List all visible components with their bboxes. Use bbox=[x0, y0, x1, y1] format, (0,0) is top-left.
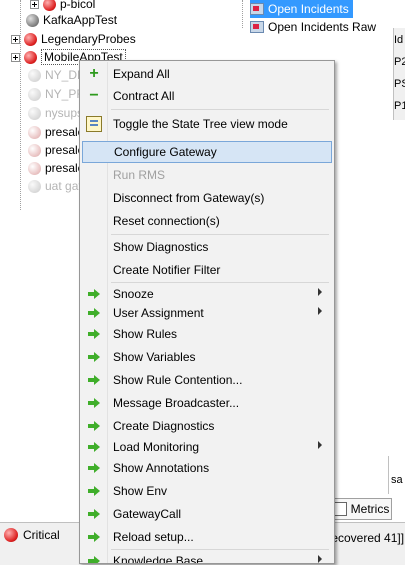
status-ball-icon bbox=[28, 161, 41, 175]
green-arrow-icon bbox=[88, 289, 100, 299]
menu-item-show-env[interactable]: Show Env bbox=[82, 480, 332, 502]
incident-view-icon bbox=[250, 3, 264, 15]
tree-item-ny-pr[interactable]: NY_PR bbox=[28, 85, 85, 103]
submenu-arrow-icon bbox=[318, 555, 322, 563]
menu-separator bbox=[111, 109, 329, 110]
green-arrow-icon bbox=[88, 398, 100, 408]
menu-item-expand-all[interactable]: + Expand All bbox=[82, 63, 332, 85]
status-ball-icon bbox=[24, 32, 37, 46]
menu-item-create-notifier-filter[interactable]: Create Notifier Filter bbox=[82, 259, 332, 281]
status-ball-icon bbox=[26, 13, 39, 27]
tree-item-presale-2[interactable]: presale bbox=[28, 141, 84, 159]
menu-item-gatewaycall[interactable]: GatewayCall bbox=[82, 503, 332, 525]
menu-item-reload-setup[interactable]: Reload setup... bbox=[82, 526, 332, 548]
menu-item-show-rules[interactable]: Show Rules bbox=[82, 323, 332, 345]
table-cell: Id bbox=[394, 34, 404, 46]
metrics-tab[interactable]: Metrics bbox=[330, 498, 392, 520]
tree-item-uat-gat[interactable]: uat gat bbox=[28, 177, 82, 195]
status-ball-icon bbox=[28, 179, 41, 193]
minus-icon: − bbox=[89, 87, 99, 104]
status-ball-icon bbox=[28, 87, 41, 101]
expand-icon[interactable] bbox=[11, 52, 20, 62]
expand-icon[interactable] bbox=[30, 0, 39, 9]
detail-box: sa bbox=[388, 456, 405, 494]
green-arrow-icon bbox=[88, 442, 100, 452]
plus-icon: + bbox=[89, 65, 99, 82]
green-arrow-icon bbox=[88, 486, 100, 496]
green-arrow-icon bbox=[88, 352, 100, 362]
menu-item-disconnect-gateway[interactable]: Disconnect from Gateway(s) bbox=[82, 187, 332, 209]
green-arrow-icon bbox=[88, 509, 100, 519]
table-cell: P1 bbox=[394, 100, 405, 112]
menu-item-toggle-state-tree-view[interactable]: Toggle the State Tree view mode bbox=[82, 113, 332, 135]
green-arrow-icon bbox=[88, 532, 100, 542]
table-cell: P2 bbox=[394, 56, 405, 68]
table-cell: PS bbox=[394, 78, 405, 90]
menu-item-create-diagnostics[interactable]: Create Diagnostics bbox=[82, 415, 332, 437]
expand-icon[interactable] bbox=[11, 34, 20, 44]
tree-item-nysups[interactable]: nysups bbox=[28, 104, 83, 122]
status-message: .ecovered 41]] I bbox=[328, 531, 405, 545]
toggle-view-icon bbox=[86, 116, 102, 132]
tree-item-ny-de[interactable]: NY_DE bbox=[28, 66, 85, 84]
status-ball-icon bbox=[24, 50, 37, 64]
menu-item-configure-gateway[interactable]: Configure Gateway bbox=[82, 141, 332, 163]
green-arrow-icon bbox=[88, 556, 100, 563]
green-arrow-icon bbox=[88, 308, 100, 318]
menu-item-show-annotations[interactable]: Show Annotations bbox=[82, 457, 332, 479]
tree-item-legendaryprobes[interactable]: LegendaryProbes bbox=[11, 30, 136, 48]
status-ball-icon bbox=[28, 68, 41, 82]
menu-item-knowledge-base[interactable]: Knowledge Base bbox=[82, 550, 332, 563]
context-menu: + Expand All − Contract All Toggle the S… bbox=[79, 60, 335, 564]
menu-item-run-rms: Run RMS bbox=[113, 168, 166, 182]
menu-item-reset-connections[interactable]: Reset connection(s) bbox=[82, 210, 332, 232]
menu-item-load-monitoring[interactable]: Load Monitoring bbox=[82, 436, 332, 458]
status-ball-icon bbox=[28, 125, 41, 139]
menu-item-user-assignment[interactable]: User Assignment bbox=[82, 302, 332, 324]
menu-item-show-variables[interactable]: Show Variables bbox=[82, 346, 332, 368]
menu-item-contract-all[interactable]: − Contract All bbox=[82, 85, 332, 107]
submenu-arrow-icon bbox=[318, 307, 322, 315]
tree-item-open-incidents-raw[interactable]: Open Incidents Raw bbox=[250, 18, 380, 36]
tree-guide-line bbox=[242, 0, 243, 28]
menu-item-show-rule-contention[interactable]: Show Rule Contention... bbox=[82, 369, 332, 391]
tree-item-kafkaapptest[interactable]: KafkaAppTest bbox=[26, 11, 117, 29]
menu-separator bbox=[111, 234, 329, 235]
menu-item-message-broadcaster[interactable]: Message Broadcaster... bbox=[82, 392, 332, 414]
green-arrow-icon bbox=[88, 375, 100, 385]
status-ball-icon bbox=[43, 0, 56, 11]
submenu-arrow-icon bbox=[318, 288, 322, 296]
menu-item-show-diagnostics[interactable]: Show Diagnostics bbox=[82, 236, 332, 258]
tree-item-presale-3[interactable]: presale bbox=[28, 159, 84, 177]
status-ball-icon bbox=[28, 143, 41, 157]
tree-item-presale-1[interactable]: presale bbox=[28, 123, 84, 141]
incident-view-icon bbox=[250, 21, 264, 33]
green-arrow-icon bbox=[88, 329, 100, 339]
green-arrow-icon bbox=[88, 421, 100, 431]
submenu-arrow-icon bbox=[318, 441, 322, 449]
critical-alarm-icon bbox=[4, 528, 18, 542]
critical-tab[interactable]: Critical bbox=[4, 528, 60, 542]
green-arrow-icon bbox=[88, 463, 100, 473]
status-ball-icon bbox=[28, 106, 41, 120]
tree-item-open-incidents[interactable]: Open Incidents bbox=[250, 0, 353, 18]
